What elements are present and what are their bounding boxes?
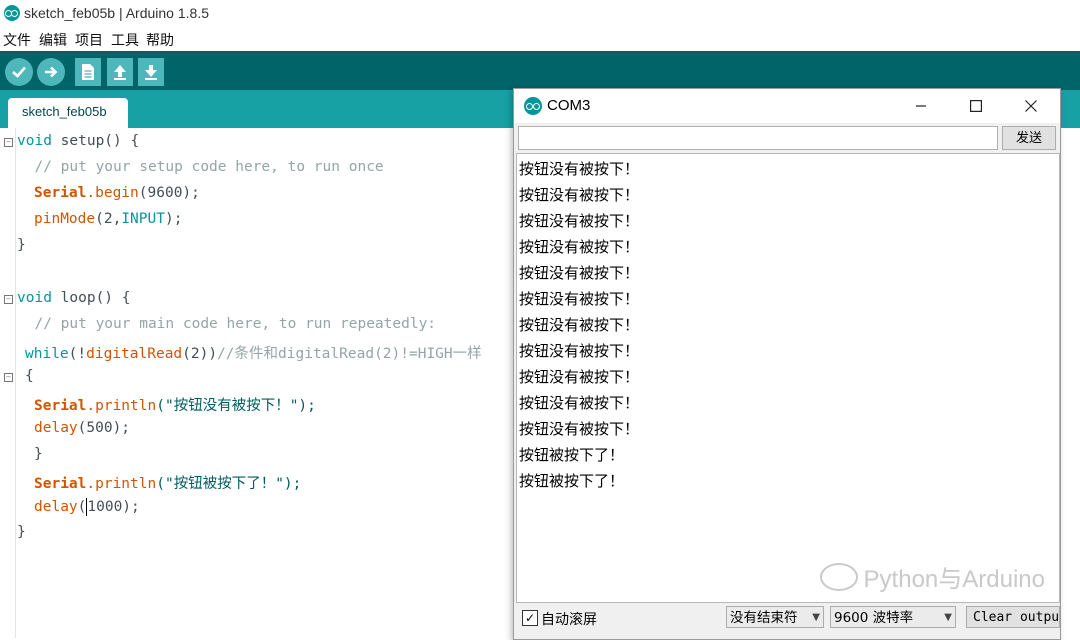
toolbar	[0, 51, 1080, 92]
fold-toggle-icon[interactable]: −	[4, 138, 13, 147]
monitor-bottom-bar: ✓ 自动滚屏 没有结束符 ▼ 9600 波特率 ▼ Clear output	[514, 603, 1060, 639]
watermark-text: Python与Arduino	[863, 566, 1045, 593]
menu-sketch[interactable]: 项目	[75, 30, 103, 50]
output-line: 按钮没有被按下！	[519, 316, 640, 334]
baud-rate-value: 9600 波特率	[834, 610, 914, 626]
editor-gutter: − − −	[0, 128, 16, 638]
send-button[interactable]: 发送	[1002, 126, 1056, 150]
output-line: 按钮没有被按下！	[519, 394, 640, 412]
code-line: }	[17, 524, 26, 540]
output-line: 按钮没有被按下！	[519, 342, 640, 360]
fold-toggle-icon[interactable]: −	[4, 295, 13, 304]
serial-monitor-window: COM3 发送 按钮没有被按下！ 按钮没有被按下！ 按钮没有被按下！ 按钮没有被…	[513, 88, 1061, 640]
arduino-logo-icon	[524, 97, 542, 115]
watermark: Python与Arduino	[819, 559, 1045, 594]
menu-edit[interactable]: 编辑	[39, 30, 67, 50]
maximize-button[interactable]	[951, 89, 1001, 123]
line-ending-value: 没有结束符	[730, 610, 798, 626]
send-row: 发送	[514, 123, 1060, 153]
close-icon	[1025, 100, 1037, 112]
open-button[interactable]	[107, 58, 133, 86]
chevron-down-icon: ▼	[944, 612, 952, 623]
verify-icon	[12, 66, 26, 78]
new-button[interactable]	[75, 58, 101, 86]
code-line: void setup() {	[17, 133, 140, 149]
open-icon	[114, 65, 126, 80]
code-line: delay(500);	[34, 420, 131, 436]
output-line: 按钮没有被按下！	[519, 290, 640, 308]
output-line: 按钮没有被按下！	[519, 186, 640, 204]
tab-sketch[interactable]: sketch_feb05b	[8, 98, 128, 128]
code-line: }	[34, 446, 43, 462]
code-line: while(!digitalRead(2))//条件和digitalRead(2…	[25, 346, 482, 362]
autoscroll-checkbox[interactable]: ✓	[522, 610, 538, 626]
serial-send-input[interactable]	[518, 126, 998, 150]
autoscroll-label: 自动滚屏	[541, 612, 597, 628]
verify-button[interactable]	[5, 58, 33, 86]
window-title: sketch_feb05b | Arduino 1.8.5	[24, 5, 209, 21]
clear-output-button[interactable]: Clear output	[966, 606, 1060, 628]
output-line: 按钮没有被按下！	[519, 420, 640, 438]
upload-button[interactable]	[37, 58, 65, 86]
output-line: 按钮被按下了！	[519, 446, 625, 464]
output-line: 按钮没有被按下！	[519, 238, 640, 256]
output-line: 按钮没有被按下！	[519, 264, 640, 282]
code-line: pinMode(2,INPUT);	[34, 211, 183, 227]
code-line: Serial.begin(9600);	[34, 185, 200, 201]
arduino-logo-icon	[4, 5, 20, 21]
close-button[interactable]	[1006, 89, 1056, 123]
serial-output-area[interactable]: 按钮没有被按下！ 按钮没有被按下！ 按钮没有被按下！ 按钮没有被按下！ 按钮没有…	[516, 153, 1060, 603]
baud-rate-select[interactable]: 9600 波特率 ▼	[830, 606, 956, 628]
menu-help[interactable]: 帮助	[146, 30, 174, 50]
new-icon	[82, 64, 94, 80]
output-line: 按钮被按下了！	[519, 472, 625, 490]
monitor-titlebar: COM3	[514, 89, 1060, 123]
fold-toggle-icon[interactable]: −	[4, 373, 13, 382]
ide-titlebar: sketch_feb05b | Arduino 1.8.5	[0, 0, 1080, 27]
upload-icon	[45, 66, 58, 78]
maximize-icon	[970, 100, 982, 112]
minimize-icon	[916, 105, 926, 107]
menubar: 文件 编辑 项目 工具 帮助	[0, 27, 1080, 51]
code-line: {	[25, 368, 34, 384]
code-editor[interactable]: − − − void setup() { // put your setup c…	[0, 128, 514, 638]
tab-sketch-label: sketch_feb05b	[22, 104, 107, 119]
output-line: 按钮没有被按下！	[519, 212, 640, 230]
line-ending-select[interactable]: 没有结束符 ▼	[726, 606, 824, 628]
monitor-title: COM3	[547, 97, 591, 114]
code-line: // put your setup code here, to run once	[17, 159, 384, 175]
wechat-icon	[819, 562, 858, 591]
menu-file[interactable]: 文件	[3, 30, 31, 50]
save-icon	[145, 65, 157, 80]
code-line: }	[17, 237, 26, 253]
output-line: 按钮没有被按下！	[519, 368, 640, 386]
code-line: void loop() {	[17, 290, 131, 306]
output-line: 按钮没有被按下！	[519, 160, 640, 178]
minimize-button[interactable]	[896, 89, 946, 123]
menu-tools[interactable]: 工具	[111, 30, 139, 50]
chevron-down-icon: ▼	[812, 612, 820, 623]
code-line: Serial.println("按钮被按下了！");	[34, 476, 302, 492]
code-line: Serial.println("按钮没有被按下！");	[34, 398, 316, 414]
code-line: // put your main code here, to run repea…	[17, 316, 437, 332]
code-line: delay(1000);	[34, 498, 140, 516]
save-button[interactable]	[138, 58, 164, 86]
